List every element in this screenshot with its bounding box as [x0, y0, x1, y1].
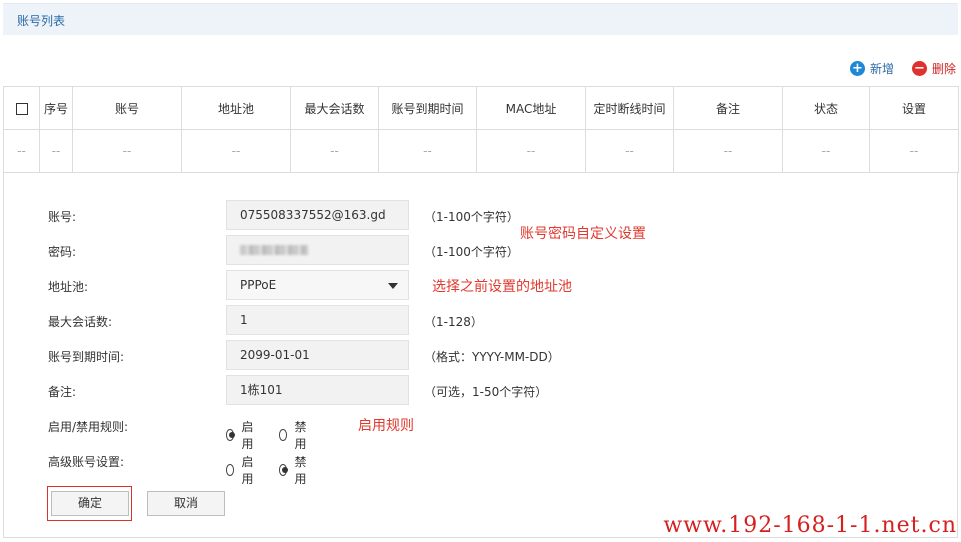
advanced-enable-radio[interactable]: 启用 [226, 453, 257, 487]
table-cell: -- [782, 129, 870, 173]
rule-radio-group: 启用 禁用 [226, 418, 332, 452]
pool-annotation: 选择之前设置的地址池 [432, 279, 572, 295]
expire-label: 账号到期时间: [48, 350, 125, 364]
pool-label: 地址池: [48, 280, 89, 294]
advanced-label: 高级账号设置: [48, 455, 125, 469]
section-header: 账号列表 [3, 3, 958, 35]
delete-button[interactable]: − 删除 [911, 60, 956, 77]
pool-select[interactable]: PPPoE [226, 270, 409, 300]
advanced-disable-radio[interactable]: 禁用 [279, 453, 310, 487]
account-hint: （1-100个字符） [424, 210, 519, 224]
watermark: www.192-168-1-1.net.cn [663, 513, 957, 538]
col-header: 账号 [72, 86, 182, 130]
table-header-row: 序号 账号 地址池 最大会话数 账号到期时间 MAC地址 定时断线时间 备注 状… [3, 86, 959, 130]
advanced-enable-label: 启用 [241, 455, 254, 486]
rule-enable-radio[interactable]: 启用 [226, 418, 257, 452]
account-input[interactable]: 075508337552@163.gd [226, 200, 409, 230]
section-title: 账号列表 [17, 14, 66, 28]
radio-unselected-icon [226, 464, 235, 476]
account-label: 账号: [48, 210, 77, 224]
radio-unselected-icon [279, 429, 288, 441]
add-button[interactable]: + 新增 [849, 60, 894, 77]
col-header: 定时断线时间 [585, 86, 674, 130]
rule-disable-radio[interactable]: 禁用 [279, 418, 310, 452]
table-cell: -- [476, 129, 586, 173]
select-all-cell[interactable] [3, 86, 40, 130]
password-input[interactable] [226, 235, 409, 265]
toolbar: + 新增 − 删除 [832, 58, 956, 78]
table-cell: -- [869, 129, 959, 173]
table-cell: -- [378, 129, 477, 173]
delete-label: 删除 [931, 61, 956, 76]
pool-selected-value: PPPoE [240, 278, 277, 292]
table-cell: -- [181, 129, 291, 173]
col-header: 备注 [673, 86, 783, 130]
max-sessions-input[interactable]: 1 [226, 305, 409, 335]
password-label: 密码: [48, 245, 77, 259]
col-header: 最大会话数 [290, 86, 379, 130]
minus-icon: − [911, 60, 927, 76]
table-cell: -- [39, 129, 73, 173]
ok-button[interactable]: 确定 [51, 491, 129, 516]
rule-disable-label: 禁用 [294, 420, 307, 451]
radio-selected-icon [279, 464, 289, 476]
select-all-checkbox[interactable] [15, 102, 28, 115]
max-sessions-hint: （1-128） [424, 315, 483, 329]
col-header: 状态 [782, 86, 870, 130]
rule-enable-label: 启用 [241, 420, 254, 451]
radio-selected-icon [226, 429, 236, 441]
add-label: 新增 [869, 61, 894, 76]
password-hint: （1-100个字符） [424, 245, 519, 259]
expire-hint: （格式：YYYY-MM-DD） [424, 350, 560, 364]
col-header: 账号到期时间 [378, 86, 477, 130]
table-row: -- -- -- -- -- -- -- -- -- -- -- [3, 129, 959, 173]
table-cell: -- [585, 129, 674, 173]
col-header: 设置 [869, 86, 959, 130]
remark-label: 备注: [48, 385, 77, 399]
password-annotation: 账号密码自定义设置 [520, 226, 646, 242]
table-cell: -- [290, 129, 379, 173]
rule-label: 启用/禁用规则: [48, 420, 129, 434]
blurred-password [240, 245, 308, 255]
col-header: MAC地址 [476, 86, 586, 130]
remark-input[interactable]: 1栋101 [226, 375, 409, 405]
table-cell: -- [673, 129, 783, 173]
col-header: 地址池 [181, 86, 291, 130]
chevron-down-icon [388, 283, 398, 289]
plus-icon: + [849, 60, 865, 76]
table-cell: -- [3, 129, 40, 173]
col-header: 序号 [39, 86, 73, 130]
expire-input[interactable]: 2099-01-01 [226, 340, 409, 370]
rule-annotation: 启用规则 [358, 418, 414, 434]
max-sessions-label: 最大会话数: [48, 315, 113, 329]
account-table: 序号 账号 地址池 最大会话数 账号到期时间 MAC地址 定时断线时间 备注 状… [3, 86, 959, 173]
cancel-button[interactable]: 取消 [147, 491, 225, 516]
remark-hint: （可选，1-50个字符） [424, 385, 548, 399]
table-cell: -- [72, 129, 182, 173]
advanced-radio-group: 启用 禁用 [226, 453, 332, 487]
advanced-disable-label: 禁用 [294, 455, 307, 486]
